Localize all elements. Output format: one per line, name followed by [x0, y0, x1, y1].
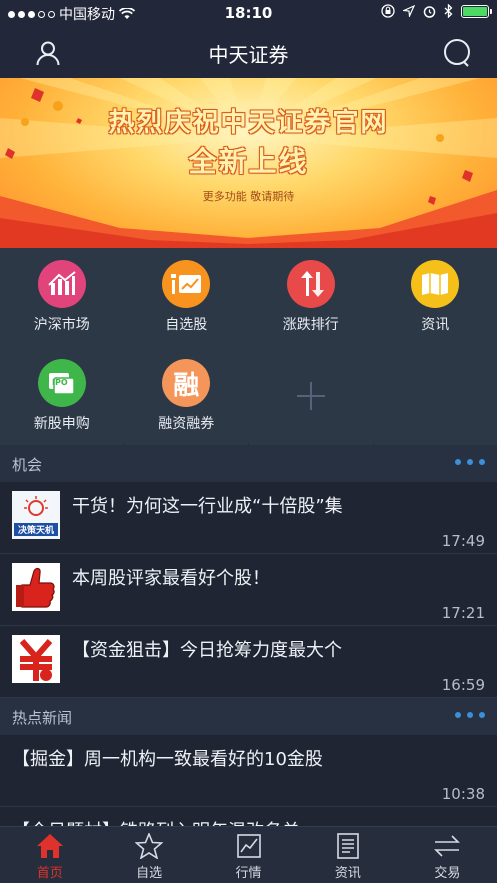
- news-row[interactable]: 【资金狙击】今日抢筹力度最大个 16:59: [0, 626, 497, 698]
- more-button[interactable]: [455, 712, 485, 718]
- tab-market[interactable]: 行情: [199, 827, 298, 883]
- search-button[interactable]: [440, 36, 474, 70]
- news-row[interactable]: 本周股评家最看好个股！ 17:21: [0, 554, 497, 626]
- news-row[interactable]: 【掘金】周一机构一致最看好的10金股 10:38: [0, 735, 497, 807]
- battery-icon: [461, 4, 492, 18]
- trade-arrows-icon: [434, 835, 461, 857]
- grid-item-blank: [373, 347, 497, 445]
- ipo-text: IPO: [52, 378, 68, 387]
- banner-title-line2: 全新上线: [188, 145, 309, 178]
- watchlist-icon: [162, 260, 211, 308]
- more-button[interactable]: [455, 459, 485, 465]
- section-header-opportunity: 机会: [0, 445, 497, 482]
- grid-item-ranking[interactable]: 涨跌排行: [249, 248, 373, 346]
- news-thumbnail: [12, 635, 60, 683]
- tab-news[interactable]: 资讯: [298, 827, 397, 883]
- grid-item-label: 涨跌排行: [282, 317, 339, 333]
- thumb-text: 决策天机: [18, 524, 54, 536]
- chart-bars-icon: [37, 260, 86, 308]
- news-title: 干货！为何这一行业成“十倍股”集: [72, 496, 343, 517]
- tab-home[interactable]: 首页: [0, 827, 99, 883]
- tab-label: 资讯: [334, 866, 361, 881]
- news-row[interactable]: 决策天机 干货！为何这一行业成“十倍股”集 17:49: [0, 482, 497, 554]
- news-title: 【资金狙击】今日抢筹力度最大个: [72, 640, 342, 661]
- banner-subtitle: 更多功能 敬请期待: [202, 190, 295, 203]
- grid-item-label: 自选股: [165, 317, 208, 333]
- grid-item-news[interactable]: 资讯: [373, 248, 497, 346]
- status-bar: 中国移动 18:10: [0, 0, 497, 26]
- grid-item-margin-trading[interactable]: 融 融资融券: [124, 347, 248, 445]
- news-doc-icon: [337, 833, 359, 859]
- news-time: 10:38: [441, 785, 485, 803]
- grid-item-label: 新股申购: [33, 416, 90, 432]
- banner-title-line1: 热烈庆祝中天证券官网: [108, 108, 389, 138]
- up-down-arrows-icon: [286, 260, 335, 308]
- alarm-icon: [423, 5, 436, 18]
- grid-item-hushen-market[interactable]: 沪深市场: [0, 248, 124, 346]
- news-time: 16:59: [441, 676, 485, 694]
- ipo-icon: IPO: [37, 359, 86, 407]
- rong-glyph: 融: [173, 370, 200, 401]
- grid-item-label: 融资融券: [158, 416, 215, 432]
- section-header-hot-news: 热点新闻: [0, 698, 497, 735]
- news-time: 17:21: [441, 604, 485, 622]
- grid-item-ipo[interactable]: IPO 新股申购: [0, 347, 124, 445]
- bluetooth-icon: [444, 4, 453, 18]
- tab-trade[interactable]: 交易: [398, 827, 497, 883]
- news-thumbnail: 决策天机: [12, 491, 60, 539]
- tab-bar: 首页 自选 行情 资讯 交易: [0, 826, 497, 883]
- market-chart-icon: [236, 834, 261, 858]
- news-title: 本周股评家最看好个股！: [72, 568, 270, 589]
- section-title: 机会: [12, 456, 43, 474]
- tab-label: 自选: [136, 866, 163, 881]
- grid-item-label: 资讯: [421, 317, 450, 333]
- status-icons: [381, 4, 492, 18]
- tab-label: 行情: [235, 866, 262, 881]
- nav-bar: 中天证券: [0, 26, 497, 78]
- news-title: 【掘金】周一机构一致最看好的10金股: [12, 749, 323, 770]
- star-icon: [135, 833, 164, 859]
- section-title: 热点新闻: [12, 709, 73, 727]
- tab-watchlist[interactable]: 自选: [99, 827, 198, 883]
- function-grid: 沪深市场 自选股 涨跌排行 资讯 IPO 新股申购 融 融资融券: [0, 248, 497, 445]
- tab-label: 交易: [434, 866, 461, 881]
- rong-icon: 融: [162, 359, 211, 407]
- news-thumbnail: [12, 563, 60, 611]
- search-icon: [444, 39, 470, 67]
- rotation-lock-icon: [381, 4, 395, 18]
- map-book-icon: [411, 260, 460, 308]
- grid-item-add[interactable]: [249, 347, 373, 445]
- grid-item-watchlist[interactable]: 自选股: [124, 248, 248, 346]
- home-icon: [36, 834, 63, 858]
- promo-banner[interactable]: 热烈庆祝中天证券官网 全新上线 更多功能 敬请期待: [0, 78, 497, 248]
- add-icon: [296, 382, 325, 410]
- page-title: 中天证券: [208, 43, 289, 67]
- location-icon: [403, 5, 415, 17]
- grid-item-label: 沪深市场: [33, 317, 90, 333]
- news-time: 17:49: [441, 532, 485, 550]
- tab-label: 首页: [36, 866, 63, 881]
